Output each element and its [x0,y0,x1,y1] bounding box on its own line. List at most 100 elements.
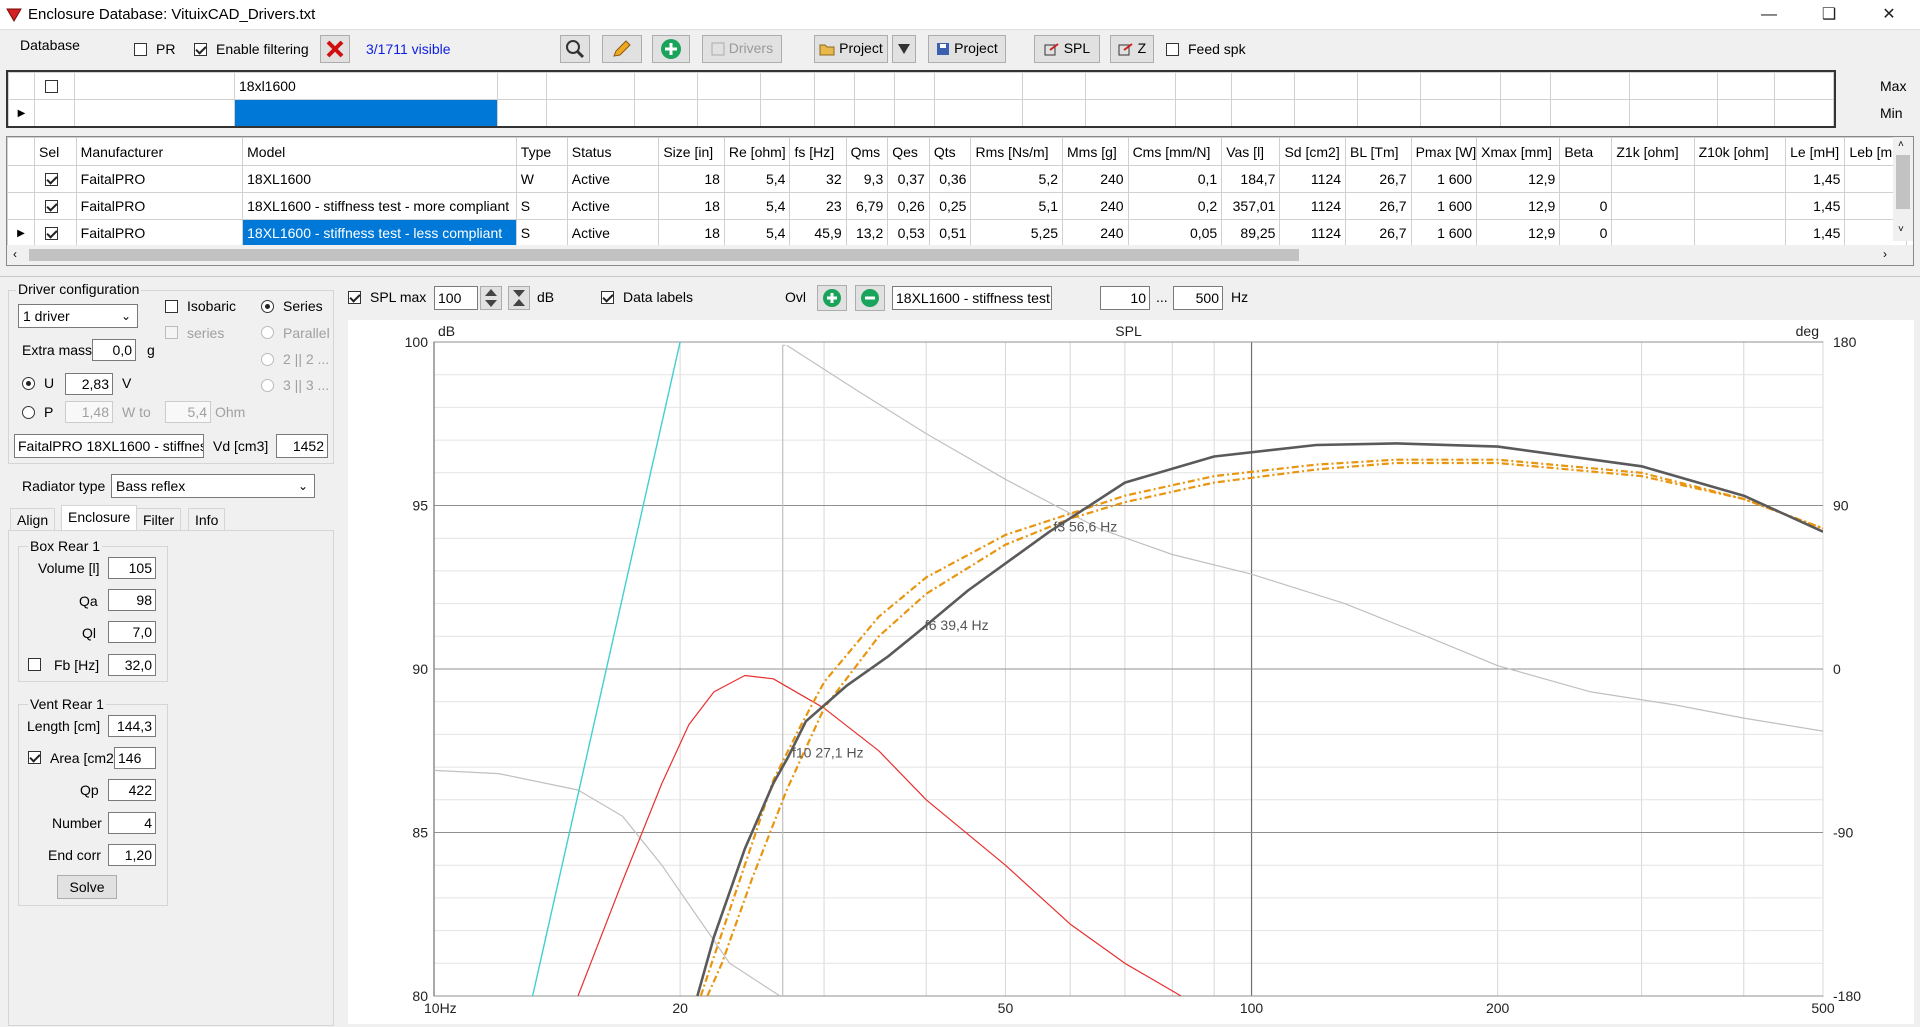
table-cell[interactable]: 5,4 [723,219,791,247]
table-cell[interactable]: Active [566,165,660,193]
splitter[interactable] [0,276,1920,277]
voltage-radio[interactable] [22,377,35,390]
table-row[interactable]: FaitalPRO 18XL1600 W Active 18 5,4 32 9,3 0,37 0,… [7,165,1907,193]
table-cell[interactable]: 1,45 [1785,165,1846,193]
table-cell[interactable]: 5,4 [723,165,791,193]
column-header[interactable]: Rms [Ns/m] [970,137,1064,166]
vertical-scroll-thumb[interactable] [1896,155,1910,209]
column-header[interactable]: Sel [34,137,77,166]
table-cell[interactable]: 12,9 [1476,219,1561,247]
column-header[interactable]: Sd [cm2] [1279,137,1347,166]
table-cell[interactable]: 0,2 [1127,192,1223,220]
filter-sel-checkbox[interactable] [45,80,58,93]
voltage-input[interactable]: 2,83 [65,373,113,395]
table-cell[interactable] [1693,192,1787,220]
table-cell[interactable]: 9,3 [845,165,889,193]
table-cell[interactable]: FaitalPRO [75,165,244,193]
table-cell[interactable]: 240 [1062,219,1129,247]
table-cell[interactable]: 12,9 [1476,192,1561,220]
table-cell[interactable]: 184,7 [1221,165,1281,193]
column-header[interactable]: fs [Hz] [789,137,847,166]
column-header[interactable]: BL [Tm] [1345,137,1412,166]
table-cell[interactable]: 1124 [1279,165,1347,193]
table-cell[interactable]: Active [566,219,660,247]
table-cell[interactable]: 1 600 [1410,192,1478,220]
drivers-button[interactable]: Drivers [702,35,782,63]
fb-input[interactable]: 32,0 [108,654,156,676]
scroll-down-icon[interactable]: ˅ [1898,224,1904,235]
table-cell[interactable]: 357,01 [1221,192,1281,220]
two-parallel-radio[interactable] [261,353,274,366]
freq-from-input[interactable]: 10 [1100,286,1150,310]
length-input[interactable]: 144,3 [108,715,156,737]
table-cell[interactable]: 0 [1559,219,1613,247]
power-radio[interactable] [22,406,35,419]
table-cell[interactable]: 26,7 [1345,219,1412,247]
spl-chart[interactable]: 80859095100-180-9009018010Hz 20 50 100 200 50… [348,320,1914,1024]
ohm-input[interactable]: 5,4 [165,401,211,423]
table-cell[interactable]: W [515,165,568,193]
qa-input[interactable]: 98 [108,589,156,611]
table-cell[interactable] [1693,219,1787,247]
close-window-button[interactable]: ✕ [1866,0,1912,29]
scroll-up-icon[interactable]: ˄ [1898,139,1904,150]
column-header[interactable]: Vas [l] [1221,137,1281,166]
extra-mass-input[interactable]: 0,0 [92,339,136,361]
table-cell[interactable]: 0,53 [887,219,930,247]
export-spl-button[interactable]: SPL [1034,35,1100,63]
table-cell[interactable]: 6,79 [845,192,889,220]
remove-overlay-button[interactable] [855,285,885,311]
table-cell[interactable]: 240 [1062,192,1129,220]
horizontal-scrollbar[interactable]: ‹ › [7,245,1913,265]
table-cell[interactable]: 5,2 [970,165,1064,193]
sel-cell[interactable] [34,192,77,220]
table-cell[interactable] [1693,165,1787,193]
vertical-scrollbar[interactable]: ˄ ˅ [1893,137,1913,241]
column-header[interactable]: Qts [928,137,972,166]
fb-checkbox[interactable] [28,658,41,671]
column-header[interactable]: Pmax [W] [1410,137,1478,166]
table-cell[interactable]: 240 [1062,165,1129,193]
driver-name-field[interactable]: FaitalPRO 18XL1600 - stiffness [14,434,204,458]
sel-cell[interactable] [34,219,77,247]
table-cell[interactable]: 0,36 [928,165,972,193]
column-header[interactable]: Mms [g] [1062,137,1129,166]
column-header[interactable]: Model [242,137,517,166]
table-cell[interactable]: 13,2 [845,219,889,247]
table-cell[interactable]: 0,05 [1127,219,1223,247]
column-header[interactable]: Size [in] [658,137,725,166]
table-row[interactable]: FaitalPRO 18XL1600 - stiffness test - mor… [7,192,1907,220]
data-labels-checkbox[interactable] [601,291,614,304]
table-cell[interactable]: FaitalPRO [75,219,244,247]
edit-button[interactable] [602,35,642,63]
spl-max-checkbox[interactable] [348,291,361,304]
table-cell[interactable]: 23 [789,192,847,220]
qp-input[interactable]: 422 [108,779,156,801]
table-cell[interactable]: 1,45 [1785,219,1846,247]
tab-info[interactable]: Info [188,508,226,530]
three-parallel-radio[interactable] [261,379,274,392]
area-input[interactable]: 146 [114,747,156,769]
parallel-radio[interactable] [261,326,274,339]
add-overlay-button[interactable] [817,285,847,311]
filter-model-min-cell[interactable] [234,99,498,126]
table-cell[interactable]: 45,9 [789,219,847,247]
radiator-type-select[interactable]: Bass reflex ⌄ [111,474,315,498]
row-select-checkbox[interactable] [45,200,59,213]
column-header[interactable]: Beta [1559,137,1613,166]
filter-model-cell[interactable]: 18xl1600 [234,72,498,100]
table-cell[interactable]: 26,7 [1345,192,1412,220]
spl-max-input[interactable]: 100 [434,286,478,310]
solve-button[interactable]: Solve [57,875,117,899]
row-select-checkbox[interactable] [45,227,59,240]
vd-field[interactable]: 1452 [276,434,328,458]
autoscale-button[interactable] [508,286,530,310]
column-header[interactable]: Qes [887,137,930,166]
column-header[interactable]: Cms [mm/N] [1127,137,1223,166]
table-cell[interactable]: 1124 [1279,192,1347,220]
feed-spk-checkbox[interactable] [1166,43,1179,56]
sel-cell[interactable] [34,165,77,193]
table-cell[interactable]: 5,4 [723,192,791,220]
ql-input[interactable]: 7,0 [108,621,156,643]
column-header[interactable]: Type [515,137,568,166]
